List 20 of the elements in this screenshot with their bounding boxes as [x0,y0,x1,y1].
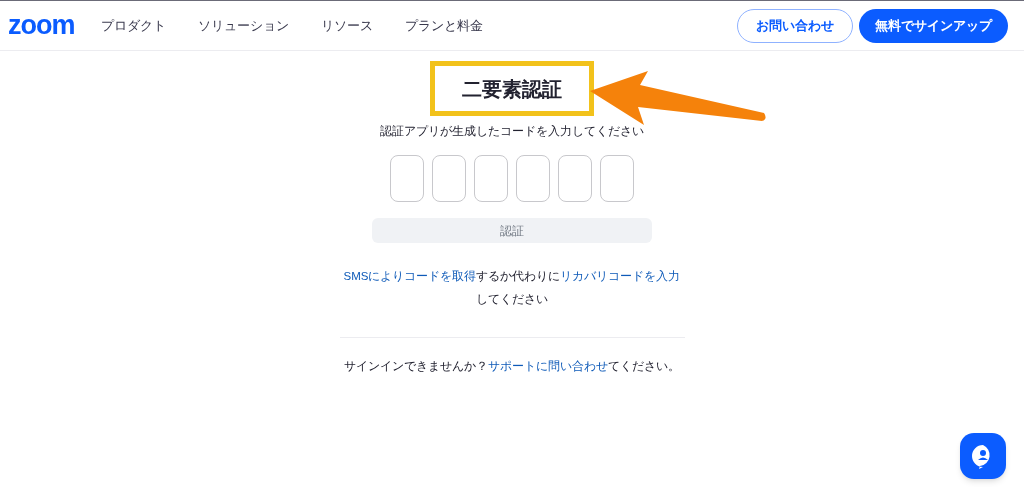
signup-button[interactable]: 無料でサインアップ [859,8,1008,43]
alternatives-text: SMSによりコードを取得するか代わりに リカバリコードを入力 してください [342,269,682,307]
code-digit-field[interactable] [558,155,592,202]
chat-button[interactable] [960,433,1006,479]
link[interactable]: SMSによりコードを取得 [343,270,477,282]
logo[interactable]: zoom [8,12,75,39]
nav-link[interactable]: プロダクト [100,15,166,36]
code-digit-field[interactable] [516,155,550,202]
code-digit-field[interactable] [432,155,466,202]
code-digit-field[interactable] [390,155,424,202]
nav-link[interactable]: リソース [320,15,373,36]
link[interactable]: サポートに問い合わせ [488,360,608,372]
code-digit-field[interactable] [600,155,634,202]
nav-link[interactable]: ソリューション [197,15,289,36]
page-title: 二要素認証 [462,76,562,102]
instruction-text: 認証アプリが生成したコードを入力してください [380,123,644,140]
nav-link[interactable]: プランと料金 [404,15,483,36]
support-text: サインインできませんか？サポートに問い合わせてください。 [344,359,680,374]
code-digit-field[interactable] [474,155,508,202]
link[interactable]: リカバリコードを入力 [560,270,681,282]
